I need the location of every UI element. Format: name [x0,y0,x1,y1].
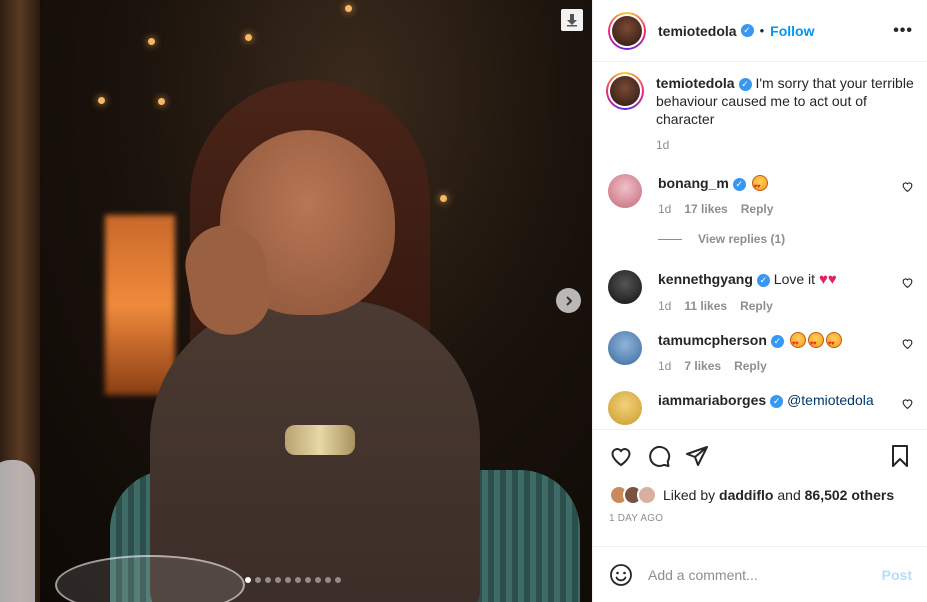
post-time-ago[interactable]: 1 DAY AGO [609,513,912,524]
liker-avatar[interactable] [637,485,657,505]
comment-avatar[interactable] [608,270,642,304]
photo-amber-light [105,215,175,395]
verified-icon: ✓ [732,177,746,191]
view-replies-button[interactable]: View replies (1) [658,232,914,246]
photo-light [98,97,105,104]
author-username[interactable]: temiotedola [658,23,737,39]
carousel-dot[interactable] [325,577,331,583]
reply-button[interactable]: Reply [740,299,773,313]
add-comment-bar: Post [593,546,927,602]
verified-icon: ✓ [756,273,770,287]
red-heart-emoji-icon: ♥♥ [818,271,837,288]
carousel-dot[interactable] [265,577,271,583]
liked-by: Liked by daddiflo and 86,502 others [609,485,912,505]
comment-age: 1d [658,299,672,313]
carousel-dot[interactable] [295,577,301,583]
carousel-dot[interactable] [255,577,261,583]
comment-likes[interactable]: 11 likes [684,299,727,313]
carousel-dot[interactable] [315,577,321,583]
comment-like-icon[interactable] [901,337,914,350]
photo-light [245,34,252,41]
comment-item: bonang_m✓ 1d 17 likes Reply [608,174,914,216]
heart-eyes-emoji-icon [807,332,824,353]
photo-watch [285,425,355,455]
chevron-right-icon [565,295,572,306]
author-avatar[interactable] [608,11,646,50]
download-icon [567,14,577,27]
carousel-dot[interactable] [335,577,341,583]
heart-eyes-emoji-icon [825,332,842,353]
comment-item: tamumcpherson✓ 1d 7 likes Reply [608,331,914,373]
share-icon[interactable] [685,444,709,468]
comment-item: iammariaborges ✓ @temiotedola [608,391,914,425]
heart-eyes-emoji-icon [751,175,768,196]
comment-username[interactable]: tamumcpherson [658,332,767,348]
comment-like-icon[interactable] [901,276,914,289]
emoji-icon[interactable] [609,563,633,587]
comment-username[interactable]: bonang_m [658,175,729,191]
caption-username[interactable]: temiotedola [656,75,735,91]
separator-dot: • [759,23,765,38]
post-actions: Liked by daddiflo and 86,502 others 1 DA… [593,429,927,524]
verified-icon: ✓ [770,394,784,408]
comment-item: kennethgyang ✓ Love it ♥♥ 1d 11 likes Reply [608,270,914,313]
post-sidebar: temiotedola ✓ • Follow ••• temiotedola ✓ … [592,0,927,602]
comment-age: 1d [658,202,672,216]
carousel-dots [245,577,341,583]
carousel-dot[interactable] [285,577,291,583]
download-button[interactable] [561,9,583,31]
liked-by-middle: and [777,487,801,503]
photo-bottle [0,460,35,602]
comment-text: Love it [773,271,816,287]
add-comment-input[interactable] [648,566,882,583]
comment-icon[interactable] [647,444,671,468]
photo-light [158,98,165,105]
comment-avatar[interactable] [608,331,642,365]
comment-username[interactable]: iammariaborges [658,392,766,408]
caption-avatar[interactable] [606,72,644,110]
reply-button[interactable]: Reply [734,359,767,373]
more-options-button[interactable]: ••• [893,22,913,40]
photo-light [148,38,155,45]
reply-line [658,238,682,240]
caption-age: 1d [656,138,670,152]
post-comment-button[interactable]: Post [882,567,912,583]
comment-age: 1d [658,359,672,373]
verified-icon: ✓ [740,24,754,37]
post-photo[interactable] [0,0,592,602]
follow-button[interactable]: Follow [770,23,814,39]
post-header: temiotedola ✓ • Follow ••• [593,0,927,62]
comment-avatar[interactable] [608,174,642,208]
heart-icon[interactable] [609,444,633,468]
reply-button[interactable]: Reply [741,202,774,216]
heart-eyes-emoji-icon [789,332,806,353]
carousel-next-button[interactable] [556,288,581,313]
liked-by-avatars [609,485,657,505]
liked-by-user[interactable]: daddiflo [719,487,773,503]
caption: temiotedola ✓ I'm sorry that your terribl… [606,72,914,152]
comment-avatar[interactable] [608,391,642,425]
comment-username[interactable]: kennethgyang [658,271,753,287]
comment-likes[interactable]: 7 likes [684,359,721,373]
verified-icon: ✓ [770,334,784,348]
comment-like-icon[interactable] [901,397,914,410]
carousel-dot[interactable] [305,577,311,583]
likes-count[interactable]: 86,502 others [805,487,895,503]
comments-list[interactable]: temiotedola ✓ I'm sorry that your terribl… [593,62,927,429]
view-replies-label: View replies (1) [698,232,786,246]
carousel-dot[interactable] [245,577,251,583]
photo-light [440,195,447,202]
verified-icon: ✓ [738,77,752,91]
comment-likes[interactable]: 17 likes [684,202,727,216]
carousel-dot[interactable] [275,577,281,583]
comment-like-icon[interactable] [901,180,914,193]
liked-by-prefix: Liked by [663,487,716,503]
bookmark-icon[interactable] [888,444,912,468]
photo-light [345,5,352,12]
comment-mention-link[interactable]: @temiotedola [787,392,874,408]
